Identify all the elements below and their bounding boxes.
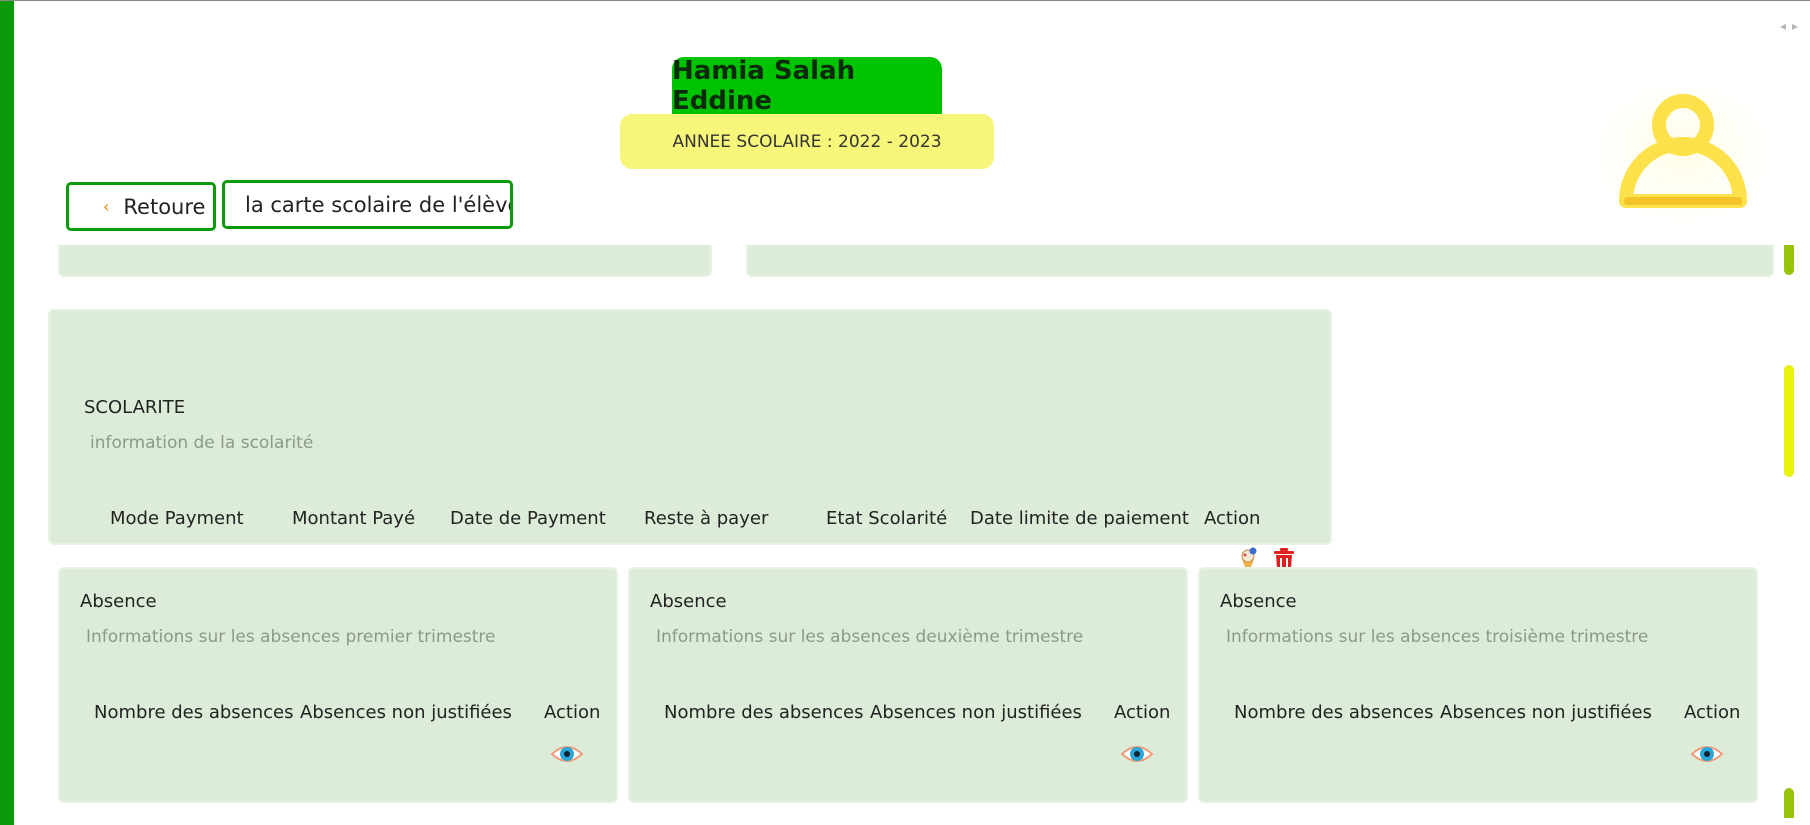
absence-subtitle: Informations sur les absences troisième … bbox=[1226, 627, 1649, 647]
column-header: Absences non justifiées bbox=[300, 702, 512, 723]
absence-title: Absence bbox=[1220, 591, 1297, 612]
column-header: Nombre des absences bbox=[94, 702, 294, 723]
column-header: Action bbox=[1684, 702, 1741, 723]
student-card-button[interactable]: la carte scolaire de l'élève bbox=[222, 180, 513, 229]
scrollbar-thumb[interactable] bbox=[1784, 365, 1794, 477]
avatar bbox=[1588, 79, 1778, 227]
chevron-left-icon: ‹ bbox=[103, 197, 110, 216]
column-header: Nombre des absences bbox=[664, 702, 864, 723]
column-header: Action bbox=[1114, 702, 1171, 723]
student-name: Hamia Salah Eddine bbox=[672, 56, 942, 116]
scolarite-card: SCOLARITE information de la scolarité Mo… bbox=[48, 309, 1332, 575]
content-scroll-area[interactable]: SCOLARITE information de la scolarité Mo… bbox=[14, 245, 1794, 825]
user-avatar-icon bbox=[1619, 94, 1747, 208]
scolarite-subtitle: information de la scolarité bbox=[90, 433, 314, 453]
column-header: Reste à payer bbox=[644, 508, 769, 529]
column-header: Absences non justifiées bbox=[870, 702, 1082, 723]
absence-card-t1: Absence Informations sur les absences pr… bbox=[58, 567, 618, 803]
student-card-button-label: la carte scolaire de l'élève bbox=[245, 192, 513, 217]
eye-icon[interactable] bbox=[1120, 741, 1154, 772]
column-header: Action bbox=[1204, 508, 1261, 529]
scroll-arrows-icon[interactable]: ◂▸ bbox=[1780, 19, 1804, 33]
column-header: Date de Payment bbox=[450, 508, 606, 529]
absence-subtitle: Informations sur les absences deuxième t… bbox=[656, 627, 1084, 647]
info-panel-left bbox=[58, 245, 712, 277]
column-header: Etat Scolarité bbox=[826, 508, 948, 529]
column-header: Mode Payment bbox=[110, 508, 244, 529]
absence-card-t3: Absence Informations sur les absences tr… bbox=[1198, 567, 1758, 803]
column-header: Nombre des absences bbox=[1234, 702, 1434, 723]
scrollbar-top[interactable] bbox=[1784, 245, 1794, 275]
student-profile-page: ◂▸ Hamia Salah Eddine ANNEE SCOLAIRE : 2… bbox=[0, 0, 1810, 825]
back-button[interactable]: ‹ Retoure bbox=[66, 182, 216, 231]
scolarite-title: SCOLARITE bbox=[84, 397, 186, 418]
column-header: Absences non justifiées bbox=[1440, 702, 1652, 723]
school-year-badge: ANNEE SCOLAIRE : 2022 - 2023 bbox=[620, 114, 994, 169]
left-accent-bar bbox=[0, 1, 14, 825]
absence-subtitle: Informations sur les absences premier tr… bbox=[86, 627, 496, 647]
info-panel-right bbox=[746, 245, 1774, 277]
column-header: Date limite de paiement bbox=[970, 508, 1189, 529]
column-header: Montant Payé bbox=[292, 508, 416, 529]
back-button-label: Retoure bbox=[123, 194, 206, 219]
eye-icon[interactable] bbox=[550, 741, 584, 772]
absence-title: Absence bbox=[650, 591, 727, 612]
scrollbar-bottom[interactable] bbox=[1784, 788, 1794, 818]
absence-card-t2: Absence Informations sur les absences de… bbox=[628, 567, 1188, 803]
eye-icon[interactable] bbox=[1690, 741, 1724, 772]
column-header: Action bbox=[544, 702, 601, 723]
absence-title: Absence bbox=[80, 591, 157, 612]
